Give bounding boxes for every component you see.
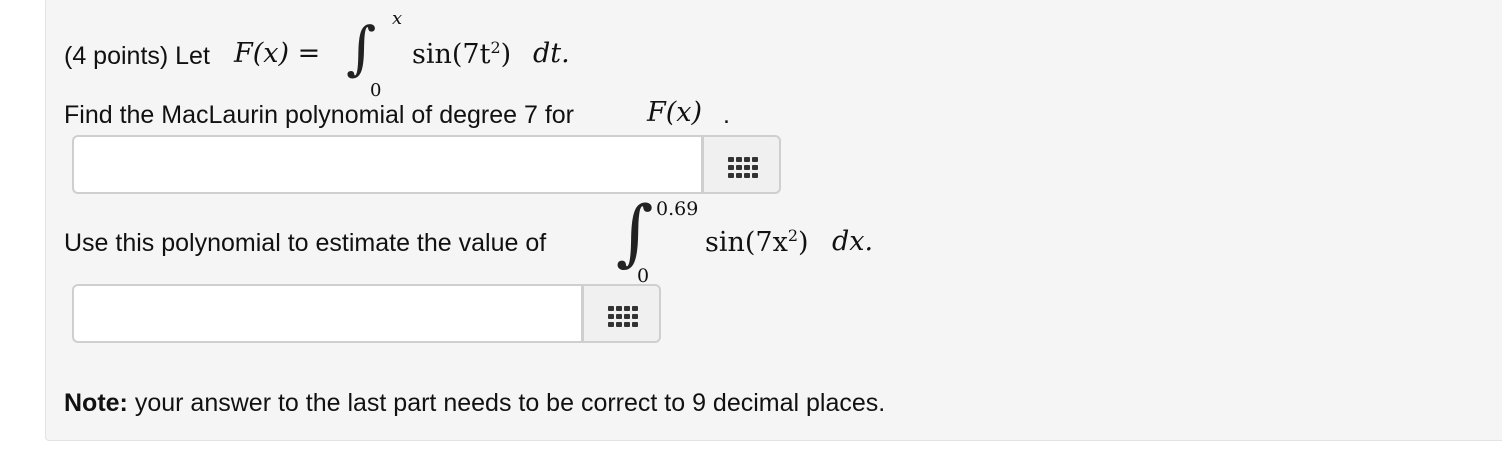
note-text: your answer to the last part needs to be…	[134, 389, 886, 417]
note: Note: your answer to the last part needs…	[64, 389, 885, 418]
part1-prompt: Find the MacLaurin polynomial of degree …	[64, 101, 575, 129]
integrand-close: )	[500, 39, 512, 70]
part2-equation-palette-button[interactable]	[583, 284, 661, 343]
note-label: Note:	[64, 389, 128, 417]
integral-lower-limit: 0	[370, 80, 382, 101]
part1-equation-palette-button[interactable]	[703, 135, 781, 194]
part1-period: .	[723, 101, 730, 129]
integrand-base: sin(7t	[412, 39, 491, 70]
part2-differential: dx.	[832, 226, 874, 257]
integrand-exponent: 2	[490, 38, 501, 57]
part2-prompt: Use this polynomial to estimate the valu…	[64, 229, 547, 257]
part2-integrand-base: sin(7x	[705, 227, 788, 258]
integral-sign: ∫	[346, 14, 377, 82]
grid-icon	[608, 306, 638, 327]
part1-answer-input[interactable]	[72, 135, 703, 194]
function-definition-lhs: F(x) =	[234, 38, 321, 69]
part2-integrand-close: )	[798, 227, 809, 258]
definite-integral-sign: ∫	[616, 190, 654, 274]
integral-upper-limit: x	[392, 8, 403, 29]
part2-answer-input[interactable]	[72, 284, 583, 343]
part2-integrand-exponent: 2	[787, 226, 799, 245]
points-label: (4 points) Let	[64, 42, 210, 70]
function-reference: F(x)	[647, 97, 703, 128]
part2-integrand: sin(7x2)	[705, 226, 809, 258]
definite-integral-upper-limit: 0.69	[656, 198, 699, 220]
grid-icon	[728, 157, 758, 178]
integrand: sin(7t2)	[412, 38, 511, 70]
differential: dt.	[533, 38, 570, 69]
